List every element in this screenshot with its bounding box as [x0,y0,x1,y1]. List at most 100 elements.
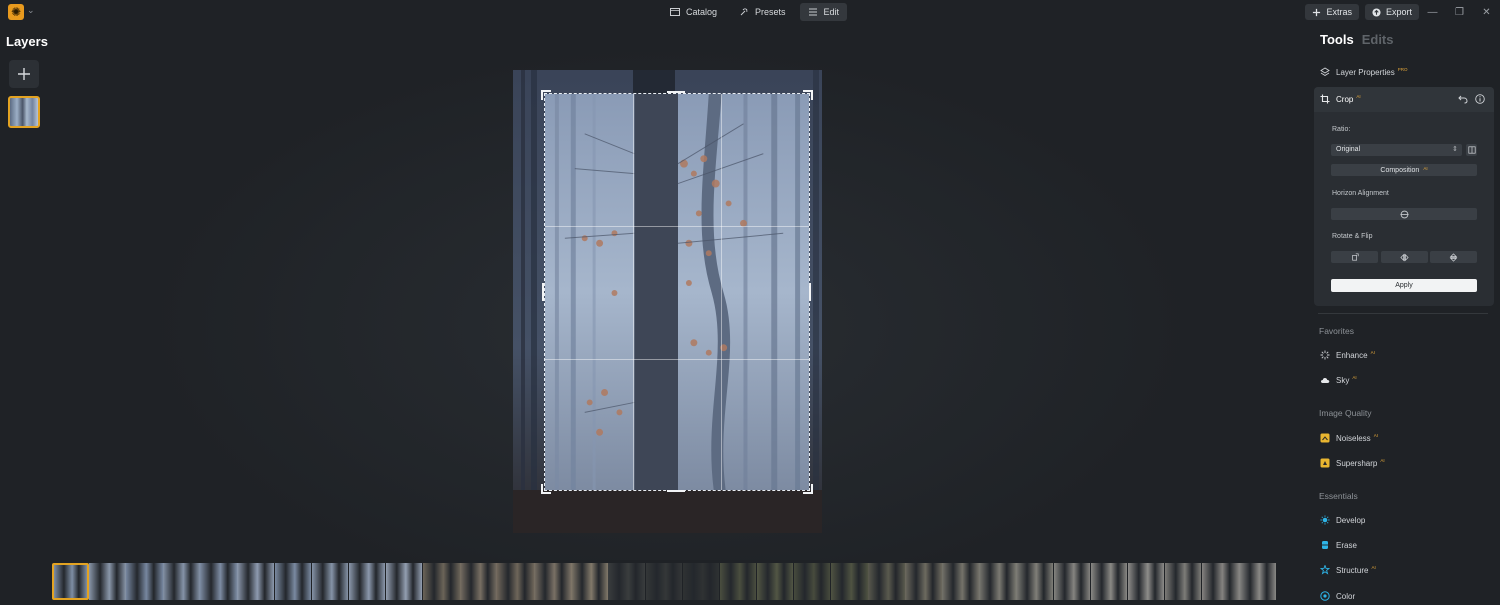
filmstrip-thumbnail[interactable] [571,563,608,600]
filmstrip-thumbnail[interactable] [682,563,720,600]
filmstrip-thumbnail[interactable] [793,563,831,600]
filmstrip-thumbnail[interactable] [830,563,868,600]
filmstrip-thumbnail[interactable] [89,563,126,600]
flip-vertical-button[interactable] [1430,251,1477,263]
filmstrip-thumbnail[interactable] [942,563,979,600]
filmstrip-thumbnail[interactable] [52,563,89,600]
export-button[interactable]: Export [1364,4,1419,20]
flip-horizontal-button[interactable] [1381,251,1428,263]
ai-badge: AI [1356,93,1361,99]
crop-icon [1320,94,1330,104]
sky-tool[interactable]: Sky AI [1320,372,1357,388]
tab-edit[interactable]: Edit [799,3,848,21]
layer-properties-label: Layer Properties [1336,67,1395,77]
filmstrip-thumbnail[interactable] [1090,563,1128,600]
crop-grid-line [633,94,634,490]
folder-icon [670,8,680,16]
filmstrip-thumbnail[interactable] [311,563,349,600]
close-button[interactable]: ✕ [1473,0,1500,24]
plus-icon [1313,8,1321,16]
filmstrip-thumbnail[interactable] [385,563,423,600]
export-label: Export [1385,7,1412,17]
composition-button[interactable]: Composition AI [1331,164,1477,176]
crop-handle-bottom-right[interactable] [803,484,813,494]
filmstrip-thumbnail[interactable] [1239,563,1276,600]
horizon-icon [1399,210,1409,218]
filmstrip-thumbnail[interactable] [348,563,386,600]
crop-handle-bottom-left[interactable] [541,484,551,494]
crop-handle-left[interactable] [542,283,544,301]
crop-handle-top-right[interactable] [803,90,813,100]
ai-badge: AI [1380,457,1385,463]
crop-region[interactable] [544,93,810,491]
chevron-down-icon[interactable]: ⌄ [27,5,35,16]
tab-tools[interactable]: Tools [1320,32,1354,47]
orientation-toggle-button[interactable] [1466,144,1477,156]
filmstrip-thumbnail[interactable] [1201,563,1239,600]
color-label: Color [1336,591,1356,601]
tab-presets[interactable]: Presets [731,3,794,21]
ratio-select[interactable]: Original ⇕ [1331,144,1462,156]
crop-handle-top-left[interactable] [541,90,551,100]
crop-handle-bottom[interactable] [667,490,685,492]
filmstrip-thumbnail[interactable] [163,563,200,600]
rotate-icon [1351,253,1359,261]
filmstrip-thumbnail[interactable] [756,563,794,600]
develop-tool[interactable]: Develop [1320,512,1365,528]
filmstrip-thumbnail[interactable] [608,563,645,600]
restore-button[interactable]: ❐ [1446,0,1473,24]
erase-tool[interactable]: Erase [1320,537,1357,553]
app-logo-icon[interactable]: ✺ [8,4,24,20]
supersharp-tool[interactable]: Supersharp AI [1320,455,1385,471]
section-essentials: Essentials [1319,491,1358,501]
undo-icon[interactable] [1458,94,1468,104]
extras-button[interactable]: Extras [1305,4,1359,20]
filmstrip-thumbnail[interactable] [868,563,905,600]
add-layer-button[interactable] [9,60,39,88]
tab-catalog[interactable]: Catalog [662,3,725,21]
filmstrip [52,563,1280,600]
structure-icon [1320,565,1330,575]
filmstrip-thumbnail[interactable] [237,563,275,600]
supersharp-icon [1320,458,1330,468]
filmstrip-thumbnail[interactable] [422,563,460,600]
filmstrip-thumbnail[interactable] [979,563,1016,600]
filmstrip-thumbnail[interactable] [200,563,237,600]
enhance-tool[interactable]: Enhance AI [1320,347,1375,363]
crop-grid-line [545,359,809,360]
filmstrip-thumbnail[interactable] [274,563,312,600]
filmstrip-thumbnail[interactable] [126,563,163,600]
filmstrip-thumbnail[interactable] [1053,563,1091,600]
layer-thumbnail[interactable] [8,96,40,128]
filmstrip-thumbnail[interactable] [645,563,683,600]
apply-button[interactable]: Apply [1331,279,1477,292]
mode-tabs: Catalog Presets Edit [662,3,848,21]
crop-tool-title[interactable]: Crop AI [1320,91,1361,107]
noiseless-label: Noiseless [1336,433,1371,443]
flip-horizontal-icon [1400,253,1409,261]
filmstrip-thumbnail[interactable] [534,563,571,600]
crop-handle-right[interactable] [809,283,811,301]
erase-label: Erase [1336,540,1357,550]
filmstrip-thumbnail[interactable] [497,563,534,600]
rotate-flip-label: Rotate & Flip [1332,233,1373,240]
sky-label: Sky [1336,375,1350,385]
noiseless-tool[interactable]: Noiseless AI [1320,430,1378,446]
filmstrip-thumbnail[interactable] [1164,563,1202,600]
crop-handle-top[interactable] [667,91,685,93]
color-tool[interactable]: Color [1320,588,1355,604]
filmstrip-thumbnail[interactable] [1127,563,1165,600]
enhance-label: Enhance [1336,350,1368,360]
filmstrip-thumbnail[interactable] [719,563,757,600]
minimize-button[interactable]: — [1419,0,1446,24]
filmstrip-thumbnail[interactable] [1016,563,1054,600]
info-icon[interactable] [1475,94,1485,104]
filmstrip-thumbnail[interactable] [460,563,497,600]
section-image-quality: Image Quality [1319,408,1372,418]
horizon-alignment-button[interactable] [1331,208,1477,220]
tab-edits[interactable]: Edits [1362,32,1394,47]
rotate-button[interactable] [1331,251,1378,263]
filmstrip-thumbnail[interactable] [905,563,942,600]
structure-tool[interactable]: Structure AI [1320,562,1376,578]
layer-properties-tool[interactable]: Layer Properties PRO [1320,64,1407,80]
